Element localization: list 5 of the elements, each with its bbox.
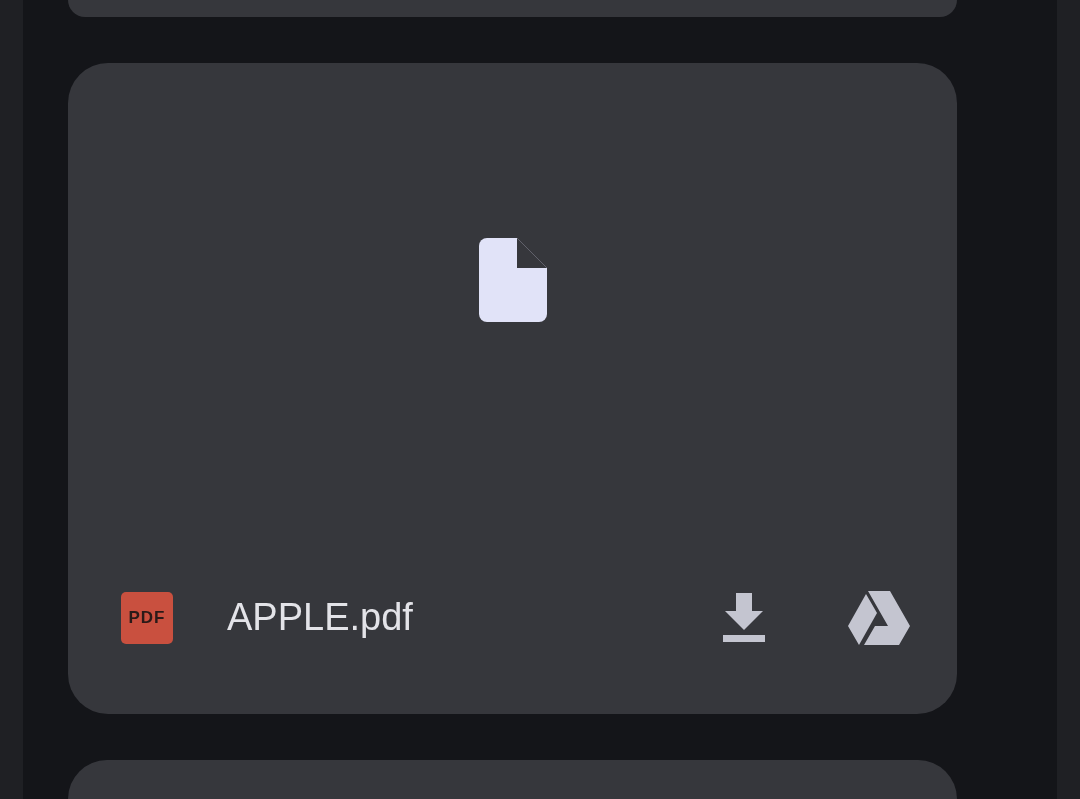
file-name: APPLE.pdf [227, 596, 414, 640]
drive-button[interactable] [848, 590, 910, 645]
document-icon [478, 238, 547, 323]
pdf-file-badge: PDF [121, 591, 173, 644]
download-button[interactable] [723, 592, 765, 643]
